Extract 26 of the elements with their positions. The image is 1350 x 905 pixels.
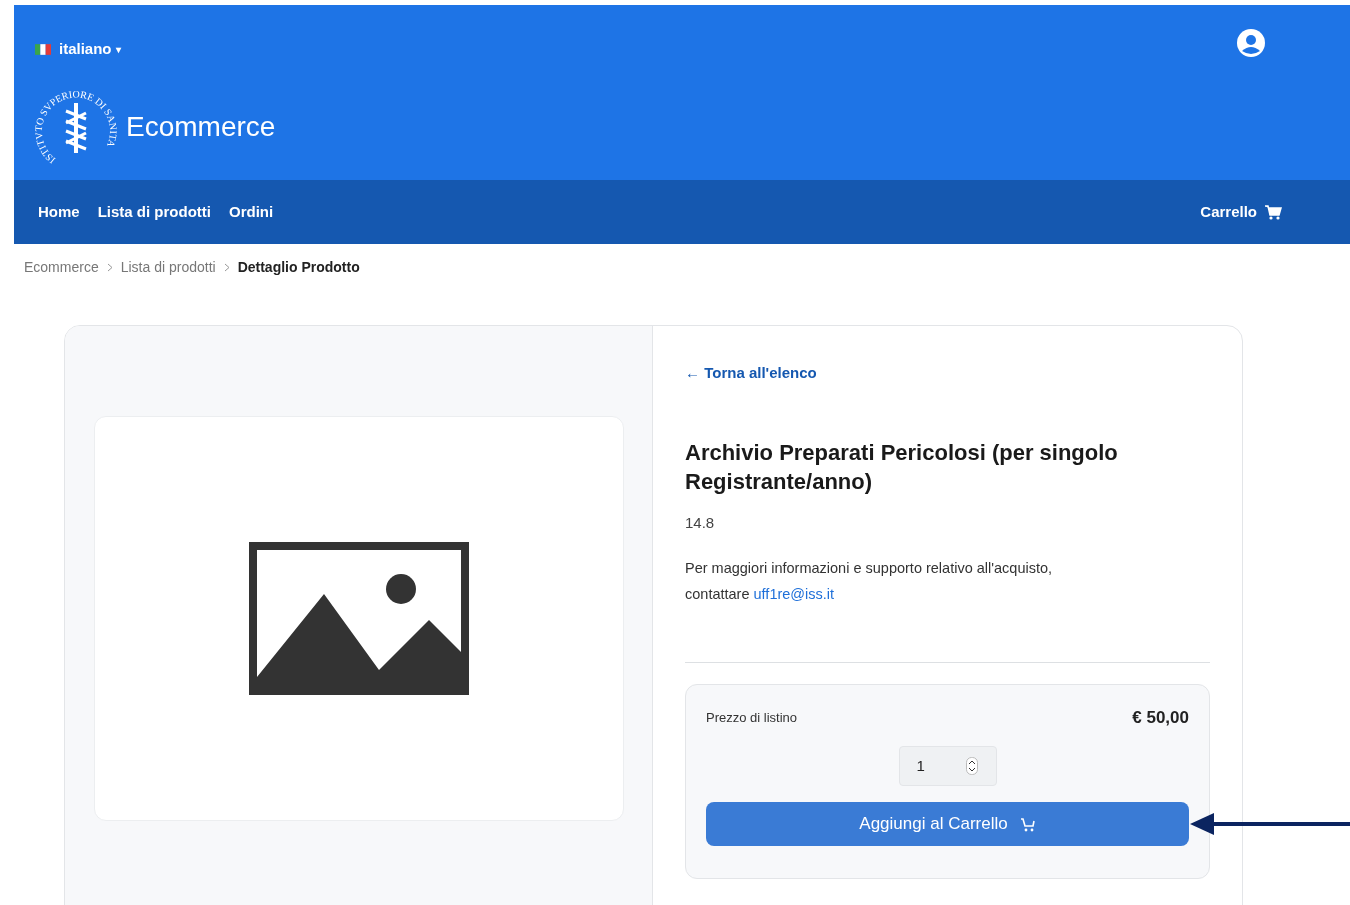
email-link[interactable]: uff1re@iss.it — [753, 585, 835, 602]
nav-link[interactable]: Lista di prodotti — [97, 200, 211, 224]
site-title: Ecommerce — [126, 110, 276, 144]
image-placeholder-icon — [249, 542, 469, 695]
cart-link[interactable]: Carrello — [1200, 200, 1282, 224]
back-link[interactable]: ← Torna all'elenco — [685, 362, 817, 385]
cart-icon — [1019, 816, 1036, 832]
add-to-cart-button[interactable]: Aggiungi al Carrello — [706, 802, 1189, 846]
nav-link[interactable]: Home — [38, 200, 80, 224]
nav-link[interactable]: Ordini — [229, 200, 274, 224]
cart-icon — [1265, 204, 1282, 220]
breadcrumb-current: Dettaglio Prodotto — [237, 258, 360, 277]
info-text: Per maggiori informazioni e supporto relativo all'acquisto, contattare uff1re@iss.it — [685, 558, 1054, 604]
product-title: Archivio Preparati Pericolosi (per singolo Registrante/anno) — [685, 439, 1119, 496]
stepper-icon[interactable] — [965, 757, 978, 775]
chevron-icon — [223, 263, 230, 272]
price-value: € 50,00 — [1132, 706, 1189, 729]
language-selector[interactable]: italiano ▾ — [59, 38, 121, 61]
italy-flag-icon — [35, 43, 51, 55]
breadcrumb-link[interactable]: Ecommerce — [24, 257, 99, 278]
breadcrumb-link[interactable]: Lista di prodotti — [120, 257, 216, 278]
quantity-field[interactable]: 1 — [898, 746, 997, 786]
chevron-icon — [106, 263, 113, 272]
user-avatar-icon[interactable] — [1237, 29, 1265, 57]
price-label: Prezzo di listino — [706, 708, 798, 727]
product-code: 14.8 — [685, 513, 716, 533]
